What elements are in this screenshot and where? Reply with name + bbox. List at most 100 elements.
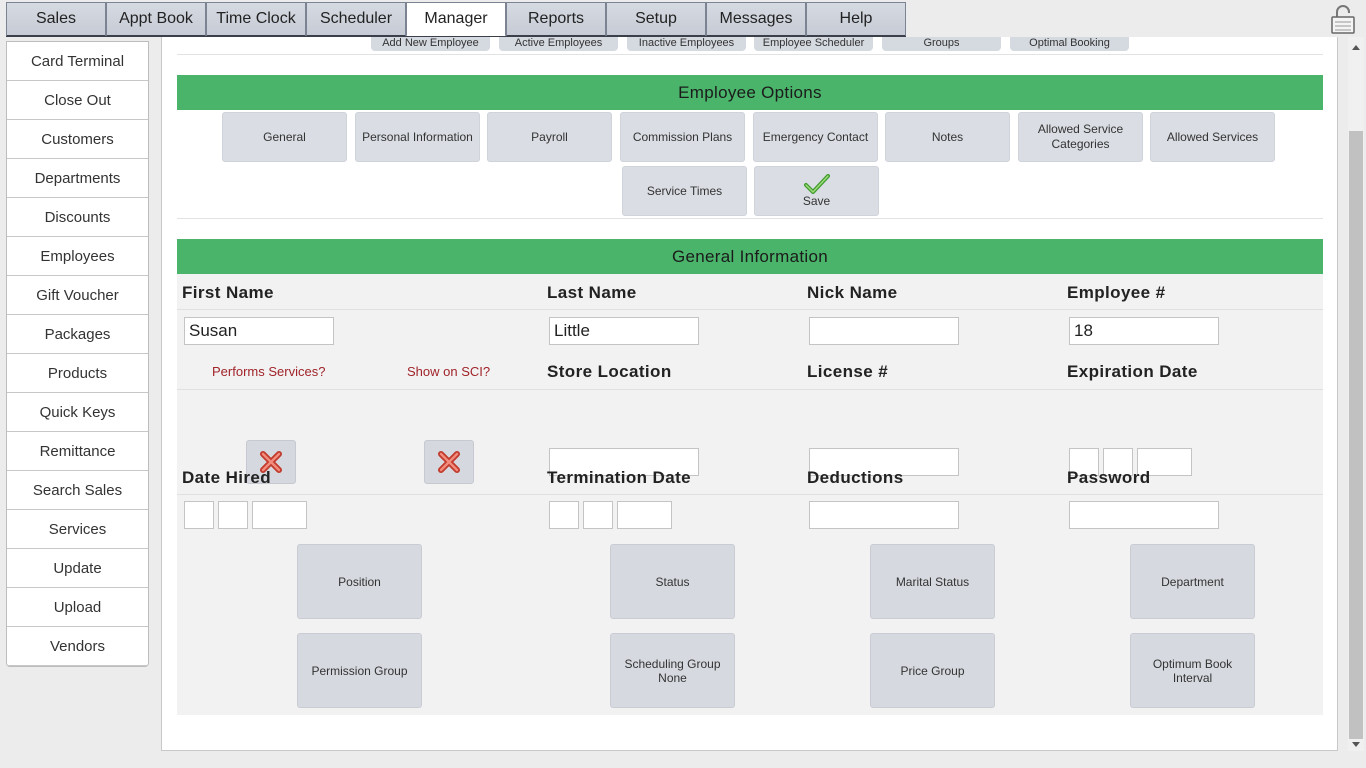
- date-hired-day-field[interactable]: [218, 501, 248, 529]
- subtab-active-employees[interactable]: Active Employees: [499, 37, 618, 51]
- termination-year-field[interactable]: [617, 501, 672, 529]
- row-divider: [177, 494, 1323, 495]
- performs-services-label: Performs Services?: [212, 364, 326, 379]
- sidebar-item-packages[interactable]: Packages: [7, 315, 148, 354]
- employee-number-label: Employee #: [1067, 283, 1166, 302]
- save-button[interactable]: Save: [754, 166, 879, 216]
- nick-name-field[interactable]: [809, 317, 959, 345]
- scroll-up-arrow-icon[interactable]: [1352, 45, 1360, 50]
- scroll-down-arrow-icon[interactable]: [1352, 742, 1360, 747]
- scheduling-group-value: None: [658, 670, 687, 685]
- first-name-label: First Name: [182, 283, 274, 302]
- date-hired-month-field[interactable]: [184, 501, 214, 529]
- row-divider: [177, 389, 1323, 390]
- sidebar-item-close-out[interactable]: Close Out: [7, 81, 148, 120]
- permission-group-button[interactable]: Permission Group: [297, 633, 422, 708]
- date-hired-year-field[interactable]: [252, 501, 307, 529]
- tab-appt-book[interactable]: Appt Book: [106, 2, 206, 37]
- tab-messages[interactable]: Messages: [706, 2, 806, 37]
- sidebar-item-discounts[interactable]: Discounts: [7, 198, 148, 237]
- optimum-book-interval-label: Optimum Book Interval: [1152, 656, 1233, 685]
- termination-day-field[interactable]: [583, 501, 613, 529]
- termination-month-field[interactable]: [549, 501, 579, 529]
- deductions-label: Deductions: [807, 468, 904, 487]
- tab-time-clock[interactable]: Time Clock: [206, 2, 306, 37]
- last-name-field[interactable]: [549, 317, 699, 345]
- sidebar-item-employees[interactable]: Employees: [7, 237, 148, 276]
- emergency-contact-button[interactable]: Emergency Contact: [753, 112, 878, 162]
- deductions-field[interactable]: [809, 501, 959, 529]
- vertical-scrollbar[interactable]: [1348, 37, 1364, 751]
- sidebar-item-card-terminal[interactable]: Card Terminal: [7, 42, 148, 81]
- general-information-header: General Information: [177, 239, 1323, 274]
- top-tab-bar: Sales Appt Book Time Clock Scheduler Man…: [6, 2, 906, 37]
- scrollbar-thumb[interactable]: [1349, 131, 1363, 739]
- password-field[interactable]: [1069, 501, 1219, 529]
- password-label: Password: [1067, 468, 1151, 487]
- subtab-groups[interactable]: Groups: [882, 37, 1001, 51]
- department-button[interactable]: Department: [1130, 544, 1255, 619]
- termination-date-label: Termination Date: [547, 468, 691, 487]
- main-panel: Add New Employee Active Employees Inacti…: [161, 37, 1338, 751]
- checkmark-icon: [803, 173, 830, 194]
- manager-sidebar: Card Terminal Close Out Customers Depart…: [6, 41, 149, 667]
- sidebar-item-products[interactable]: Products: [7, 354, 148, 393]
- sidebar-item-services[interactable]: Services: [7, 510, 148, 549]
- divider: [177, 218, 1323, 219]
- general-information-form: First Name Last Name Nick Name Employee …: [177, 274, 1323, 715]
- tab-scheduler[interactable]: Scheduler: [306, 2, 406, 37]
- subtab-optimal-booking[interactable]: Optimal Booking: [1010, 37, 1129, 51]
- scheduling-group-button[interactable]: Scheduling Group None: [610, 633, 735, 708]
- employee-number-field[interactable]: [1069, 317, 1219, 345]
- tab-manager[interactable]: Manager: [406, 2, 506, 37]
- permission-group-label: Permission Group: [311, 663, 408, 678]
- sidebar-item-remittance[interactable]: Remittance: [7, 432, 148, 471]
- sidebar-item-departments[interactable]: Departments: [7, 159, 148, 198]
- allowed-services-button[interactable]: Allowed Services: [1150, 112, 1275, 162]
- sidebar-item-vendors[interactable]: Vendors: [7, 627, 148, 666]
- status-label: Status: [655, 574, 690, 589]
- payroll-button[interactable]: Payroll: [487, 112, 612, 162]
- tab-sales[interactable]: Sales: [6, 2, 106, 37]
- price-group-button[interactable]: Price Group: [870, 633, 995, 708]
- subtab-employee-scheduler[interactable]: Employee Scheduler: [754, 37, 873, 51]
- date-hired-label: Date Hired: [182, 468, 272, 487]
- allowed-service-categories-button[interactable]: Allowed Service Categories: [1018, 112, 1143, 162]
- tab-help[interactable]: Help: [806, 2, 906, 37]
- marital-status-button[interactable]: Marital Status: [870, 544, 995, 619]
- expiration-date-label: Expiration Date: [1067, 362, 1198, 381]
- sidebar-item-search-sales[interactable]: Search Sales: [7, 471, 148, 510]
- personal-information-button[interactable]: Personal Information: [355, 112, 480, 162]
- employee-subtabs: Add New Employee Active Employees Inacti…: [162, 37, 1337, 51]
- sidebar-item-quick-keys[interactable]: Quick Keys: [7, 393, 148, 432]
- price-group-label: Price Group: [900, 663, 965, 678]
- last-name-label: Last Name: [547, 283, 637, 302]
- x-icon: [438, 451, 460, 473]
- lock-icon[interactable]: [1330, 4, 1356, 34]
- position-button[interactable]: Position: [297, 544, 422, 619]
- position-label: Position: [338, 574, 381, 589]
- license-number-label: License #: [807, 362, 889, 381]
- general-button[interactable]: General: [222, 112, 347, 162]
- sidebar-item-update[interactable]: Update: [7, 549, 148, 588]
- notes-button[interactable]: Notes: [885, 112, 1010, 162]
- sidebar-item-customers[interactable]: Customers: [7, 120, 148, 159]
- subtab-inactive-employees[interactable]: Inactive Employees: [627, 37, 746, 51]
- subtab-add-new-employee[interactable]: Add New Employee: [371, 37, 490, 51]
- show-on-sci-toggle[interactable]: [424, 440, 474, 484]
- service-times-button[interactable]: Service Times: [622, 166, 747, 216]
- status-button[interactable]: Status: [610, 544, 735, 619]
- scheduling-group-label: Scheduling Group: [624, 656, 721, 671]
- tab-setup[interactable]: Setup: [606, 2, 706, 37]
- first-name-field[interactable]: [184, 317, 334, 345]
- marital-status-label: Marital Status: [895, 574, 970, 589]
- department-label: Department: [1161, 574, 1224, 589]
- nick-name-label: Nick Name: [807, 283, 898, 302]
- sidebar-item-upload[interactable]: Upload: [7, 588, 148, 627]
- optimum-book-interval-button[interactable]: Optimum Book Interval: [1130, 633, 1255, 708]
- store-location-label: Store Location: [547, 362, 672, 381]
- sidebar-item-gift-voucher[interactable]: Gift Voucher: [7, 276, 148, 315]
- divider: [177, 54, 1323, 55]
- commission-plans-button[interactable]: Commission Plans: [620, 112, 745, 162]
- tab-reports[interactable]: Reports: [506, 2, 606, 37]
